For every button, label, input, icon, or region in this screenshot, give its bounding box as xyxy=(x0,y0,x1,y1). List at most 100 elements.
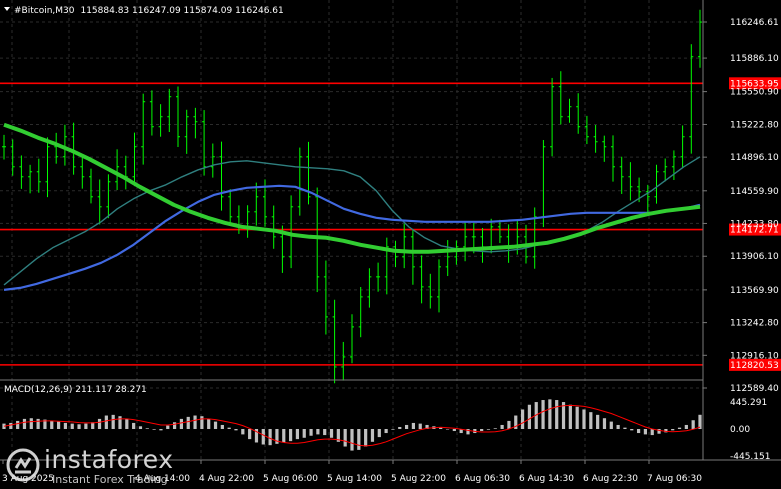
macd-bar-59 xyxy=(404,424,409,430)
macd-bar-12 xyxy=(84,423,88,430)
price-tick-5: 114559.90 xyxy=(730,187,779,197)
macd-bar-36 xyxy=(248,429,252,440)
macd-bar-52 xyxy=(357,429,361,450)
macd-bar-98 xyxy=(671,429,675,431)
macd-bar-20 xyxy=(138,426,143,430)
macd-bar-83 xyxy=(568,404,572,430)
macd-bar-38 xyxy=(261,429,265,445)
symbol-name: #Bitcoin,M30 xyxy=(14,6,75,16)
macd-bar-72 xyxy=(493,428,497,430)
macd-bar-9 xyxy=(63,422,68,430)
time-label-6: 6 Aug 06:30 xyxy=(455,474,510,484)
macd-tick-1: 0.00 xyxy=(730,425,750,435)
macd-bar-81 xyxy=(555,400,559,430)
macd-bar-80 xyxy=(548,399,552,430)
price-tick-8: 113569.90 xyxy=(730,286,779,296)
macd-bar-39 xyxy=(268,429,272,446)
symbol-label: #Bitcoin,M30 115884.83 116247.09 115874.0… xyxy=(14,6,284,16)
price-tick-4: 114896.10 xyxy=(730,153,779,163)
macd-bar-32 xyxy=(220,424,224,430)
macd-bar-14 xyxy=(97,418,102,430)
macd-bar-71 xyxy=(486,429,491,430)
macd-bar-102 xyxy=(698,414,702,430)
macd-bar-7 xyxy=(50,420,54,430)
price-tick-6: 114233.80 xyxy=(730,219,779,229)
time-label-9: 7 Aug 06:30 xyxy=(647,474,702,484)
price-tick-7: 113906.10 xyxy=(730,252,779,262)
macd-bar-86 xyxy=(589,412,593,430)
macd-bar-73 xyxy=(500,424,504,430)
macd-bar-11 xyxy=(77,424,81,430)
macd-bar-2 xyxy=(16,420,20,430)
macd-bar-17 xyxy=(118,416,122,430)
watermark-logo: instaforex Instant Forex Trading xyxy=(6,446,196,486)
macd-bar-46 xyxy=(316,429,320,435)
macd-bar-66 xyxy=(452,429,456,432)
time-label-4: 5 Aug 14:00 xyxy=(327,474,382,484)
macd-bar-101 xyxy=(691,420,695,430)
price-tick-10: 112916.10 xyxy=(730,351,779,361)
macd-bar-95 xyxy=(650,429,654,436)
macd-bar-24 xyxy=(166,425,170,430)
macd-bar-85 xyxy=(582,409,586,430)
brand-tagline: Instant Forex Trading xyxy=(52,473,168,486)
macd-bar-55 xyxy=(377,429,381,438)
macd-bar-45 xyxy=(309,429,313,436)
macd-bar-22 xyxy=(152,429,156,430)
macd-bar-42 xyxy=(288,429,293,442)
macd-bar-91 xyxy=(623,427,627,430)
macd-bar-21 xyxy=(145,428,149,430)
macd-bar-31 xyxy=(213,421,218,430)
macd-bar-19 xyxy=(132,422,136,430)
macd-bar-93 xyxy=(636,429,641,434)
macd-bar-23 xyxy=(159,429,163,431)
macd-bar-34 xyxy=(234,429,238,431)
macd-bar-50 xyxy=(343,429,347,447)
macd-bar-79 xyxy=(541,400,545,430)
macd-bar-51 xyxy=(350,429,354,451)
macd-bar-92 xyxy=(630,429,634,431)
macd-bar-28 xyxy=(193,415,197,430)
macd-label: MACD(12,26,9) 211.117 28.271 xyxy=(4,385,147,395)
macd-bar-99 xyxy=(677,427,682,430)
macd-bar-53 xyxy=(364,429,368,447)
macd-tick-2: -445.151 xyxy=(730,452,770,462)
price-tick-11: 112589.40 xyxy=(730,384,779,394)
chart-background xyxy=(0,0,781,489)
time-label-8: 6 Aug 22:30 xyxy=(583,474,638,484)
macd-bar-27 xyxy=(186,416,190,430)
time-label-2: 4 Aug 22:00 xyxy=(199,474,254,484)
time-label-7: 6 Aug 14:30 xyxy=(519,474,574,484)
macd-bar-88 xyxy=(602,418,607,430)
ohlc-values: 115884.83 116247.09 115874.09 116246.61 xyxy=(80,6,283,16)
macd-bar-29 xyxy=(200,416,204,430)
macd-bar-18 xyxy=(125,418,129,430)
macd-bar-43 xyxy=(295,429,300,440)
price-tick-1: 115886.10 xyxy=(730,54,779,64)
macd-bar-47 xyxy=(323,429,327,436)
macd-bar-10 xyxy=(70,423,74,430)
macd-bar-100 xyxy=(684,424,688,430)
macd-bar-5 xyxy=(36,418,40,430)
macd-bar-56 xyxy=(384,429,388,434)
price-tick-0: 116246.61 xyxy=(730,18,779,28)
macd-bar-33 xyxy=(227,427,231,430)
macd-bar-8 xyxy=(56,421,61,430)
macd-bar-25 xyxy=(172,422,177,430)
macd-bar-65 xyxy=(445,429,450,430)
macd-bar-41 xyxy=(282,429,286,443)
macd-bar-76 xyxy=(520,409,525,430)
macd-bar-30 xyxy=(207,418,211,430)
brand-name: instaforex xyxy=(44,445,174,474)
macd-bar-74 xyxy=(507,420,511,430)
macd-bar-4 xyxy=(29,418,33,430)
macd-bar-61 xyxy=(418,423,422,430)
macd-bar-26 xyxy=(179,418,184,430)
macd-bar-94 xyxy=(643,429,648,435)
macd-bar-58 xyxy=(398,426,402,430)
macd-bar-57 xyxy=(391,429,395,430)
macd-bar-1 xyxy=(9,422,13,430)
macd-bar-54 xyxy=(370,429,375,442)
macd-bar-70 xyxy=(480,429,484,432)
price-chart[interactable]: 115633.95114172.71112820.53 116246.61115… xyxy=(0,0,781,489)
